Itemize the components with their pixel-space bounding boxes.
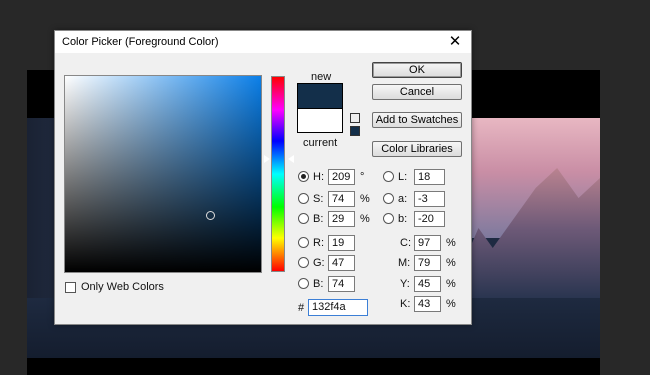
l-label: L: [398,171,408,183]
c-unit: % [446,237,456,249]
g-input[interactable]: 47 [328,255,355,271]
color-picker-dialog: Color Picker (Foreground Color) ✕ new cu… [54,30,472,325]
blue-radio[interactable] [298,278,309,289]
cmyk-k-row: K: 43 % [395,296,465,312]
s-input[interactable]: 74 [328,191,355,207]
y-input[interactable]: 45 [414,276,441,292]
y-unit: % [446,278,456,290]
cube-icon[interactable] [350,113,360,123]
hex-input[interactable]: 132f4a [308,299,368,316]
y-label: Y: [400,278,410,290]
lab-b-label: b: [398,213,408,225]
s-unit: % [360,193,370,205]
cancel-button[interactable]: Cancel [372,84,462,100]
cmyk-m-row: M: 79 % [395,255,465,271]
lab-l-row: L: 18 [381,169,461,185]
only-web-colors-label: Only Web Colors [81,281,164,293]
only-web-colors-checkbox[interactable] [65,282,76,293]
ok-button[interactable]: OK [372,62,462,78]
h-radio[interactable] [298,171,309,182]
cmyk-c-row: C: 97 % [395,235,465,251]
blue-label: B: [313,278,324,290]
l-radio[interactable] [383,171,394,182]
close-icon[interactable]: ✕ [447,34,463,50]
h-unit: ° [360,171,365,183]
current-color-swatch[interactable] [297,108,343,133]
h-input[interactable]: 209 [328,169,355,185]
add-to-swatches-button[interactable]: Add to Swatches [372,112,462,128]
s-label: S: [313,193,324,205]
s-radio[interactable] [298,193,309,204]
hsb-h-row: H: 209 ° [296,169,376,185]
k-label: K: [400,298,411,310]
b-radio[interactable] [298,213,309,224]
m-unit: % [446,257,456,269]
l-input[interactable]: 18 [414,169,445,185]
a-radio[interactable] [383,193,394,204]
color-libraries-button[interactable]: Color Libraries [372,141,462,157]
m-label: M: [398,257,411,269]
g-radio[interactable] [298,257,309,268]
g-label: G: [313,257,325,269]
m-input[interactable]: 79 [414,255,441,271]
r-input[interactable]: 19 [328,235,355,251]
lab-b-radio[interactable] [383,213,394,224]
blue-input[interactable]: 74 [328,276,355,292]
saturation-brightness-field[interactable] [64,75,262,273]
b-unit: % [360,213,370,225]
rgb-g-row: G: 47 [296,255,376,271]
rgb-r-row: R: 19 [296,235,376,251]
hex-prefix: # [298,302,305,314]
new-color-swatch [297,83,343,108]
r-radio[interactable] [298,237,309,248]
new-color-label: new [311,71,332,83]
b-label: B: [313,213,324,225]
lab-b-input[interactable]: -20 [414,211,445,227]
a-label: a: [398,193,408,205]
color-cursor[interactable] [206,211,215,220]
hsb-s-row: S: 74 % [296,191,376,207]
lab-a-row: a: -3 [381,191,461,207]
k-input[interactable]: 43 [414,296,441,312]
lab-b-row: b: -20 [381,211,461,227]
k-unit: % [446,298,456,310]
hsb-b-row: B: 29 % [296,211,376,227]
hue-slider-left-arrow-icon[interactable] [264,155,270,163]
c-input[interactable]: 97 [414,235,441,251]
hue-slider[interactable] [271,76,285,272]
websafe-square-icon[interactable] [350,126,360,136]
rgb-b-row: B: 74 [296,276,376,292]
title-bar[interactable]: Color Picker (Foreground Color) ✕ [55,31,471,53]
b-input[interactable]: 29 [328,211,355,227]
r-label: R: [313,237,324,249]
c-label: C: [400,237,411,249]
h-label: H: [313,171,324,183]
cmyk-y-row: Y: 45 % [395,276,465,292]
current-color-label: current [303,137,338,149]
dialog-title: Color Picker (Foreground Color) [62,36,219,48]
hue-slider-right-arrow-icon[interactable] [288,155,294,163]
a-input[interactable]: -3 [414,191,445,207]
